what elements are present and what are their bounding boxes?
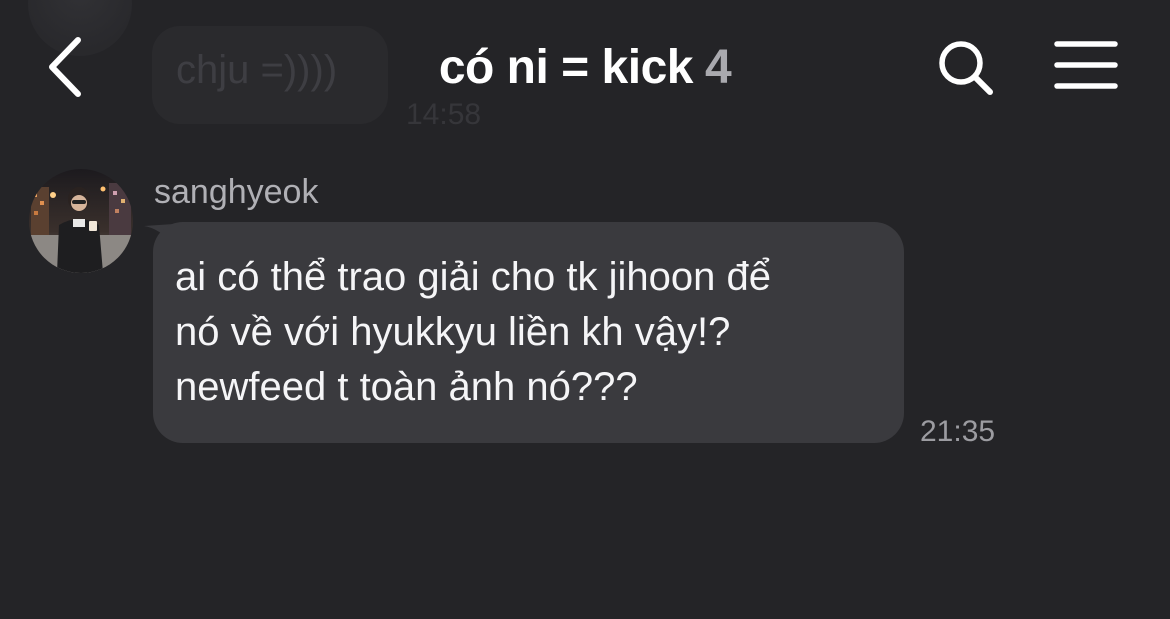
sender-name: sanghyeok [154,173,319,211]
chat-title-text: có ni = kick [438,41,694,94]
member-count: 4 [704,41,732,94]
message-line: newfeed t toàn ảnh nó??? [175,365,638,409]
search-button[interactable] [934,36,998,100]
message-line: ai có thể trao giải cho tk jihoon để [175,255,771,299]
sender-avatar[interactable] [29,169,133,273]
message-line: nó về với hyukkyu liền kh vậy!? [175,310,731,354]
message-text: ai có thể trao giải cho tk jihoon để nó … [175,250,890,415]
message-time: 21:35 [920,415,996,448]
hamburger-menu-icon [1054,41,1118,89]
menu-button[interactable] [1052,38,1120,94]
avatar-photo [29,169,133,273]
chat-header: có ni = kick 4 [0,0,1170,134]
search-icon [939,41,993,95]
